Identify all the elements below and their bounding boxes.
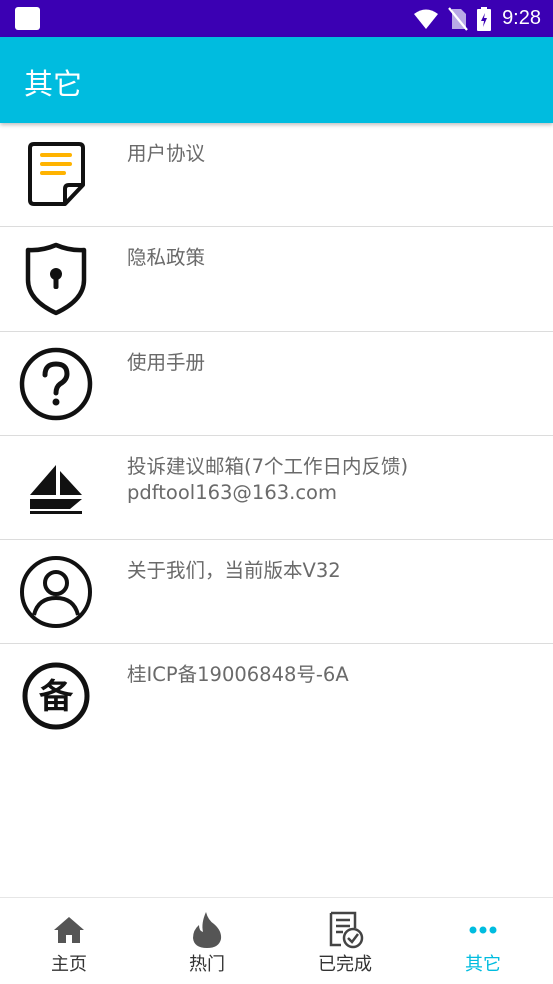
list-item-manual[interactable]: 使用手册 — [0, 332, 553, 436]
nav-completed[interactable]: 已完成 — [276, 898, 414, 984]
clock: 9:28 — [502, 7, 541, 29]
nav-label: 其它 — [465, 954, 501, 975]
shield-lock-icon — [16, 239, 96, 319]
list-item-feedback-email[interactable]: 投诉建议邮箱(7个工作日内反馈) pdftool163@163.com — [0, 436, 553, 541]
list-item-icp[interactable]: 备 桂ICP备19006848号-6A — [0, 644, 553, 748]
nav-label: 已完成 — [318, 954, 372, 975]
status-icons: 9:28 — [413, 0, 541, 37]
send-icon — [16, 448, 96, 528]
list-item-text: 投诉建议邮箱(7个工作日内反馈) pdftool163@163.com — [127, 454, 408, 506]
bei-glyph: 备 — [39, 677, 74, 717]
list-item-about-us[interactable]: 关于我们，当前版本V32 — [0, 540, 553, 645]
checklist-icon — [325, 910, 365, 950]
home-icon — [49, 910, 89, 950]
feedback-email: pdftool163@163.com — [127, 480, 337, 504]
page-title: 其它 — [24, 67, 83, 101]
list-item-label: 桂ICP备19006848号-6A — [127, 663, 349, 687]
battery-icon — [477, 6, 492, 31]
list-item-label: 用户协议 — [127, 142, 206, 165]
app-bar: 其它 — [0, 37, 553, 123]
user-icon — [16, 552, 96, 632]
nav-home[interactable]: 主页 — [0, 898, 138, 984]
bei-icon: 备 — [16, 656, 96, 736]
nav-label: 热门 — [189, 954, 225, 975]
bottom-nav: 主页 热门 已完成 其它 — [0, 897, 553, 983]
list-item-label: 隐私政策 — [127, 246, 206, 270]
list-item-label: 投诉建议邮箱(7个工作日内反馈) — [127, 454, 409, 478]
settings-list: 用户协议 隐私政策 使用手册 投诉建议邮箱(7个工作日内反馈) pdftool1… — [0, 123, 553, 749]
wifi-icon — [414, 9, 439, 29]
question-icon — [16, 344, 96, 424]
more-icon — [463, 910, 503, 950]
notification-icon — [15, 7, 40, 30]
nav-other[interactable]: 其它 — [414, 898, 552, 984]
list-item-privacy-policy[interactable]: 隐私政策 — [0, 227, 553, 332]
no-sim-icon — [448, 6, 468, 31]
document-icon — [16, 135, 96, 215]
status-bar: 9:28 — [0, 0, 553, 37]
list-item-label: 关于我们，当前版本V32 — [127, 559, 341, 583]
nav-label: 主页 — [51, 954, 87, 975]
list-item-label: 使用手册 — [127, 350, 206, 374]
list-item-user-agreement[interactable]: 用户协议 — [0, 123, 553, 228]
flame-icon — [187, 910, 227, 950]
nav-hot[interactable]: 热门 — [138, 898, 276, 984]
